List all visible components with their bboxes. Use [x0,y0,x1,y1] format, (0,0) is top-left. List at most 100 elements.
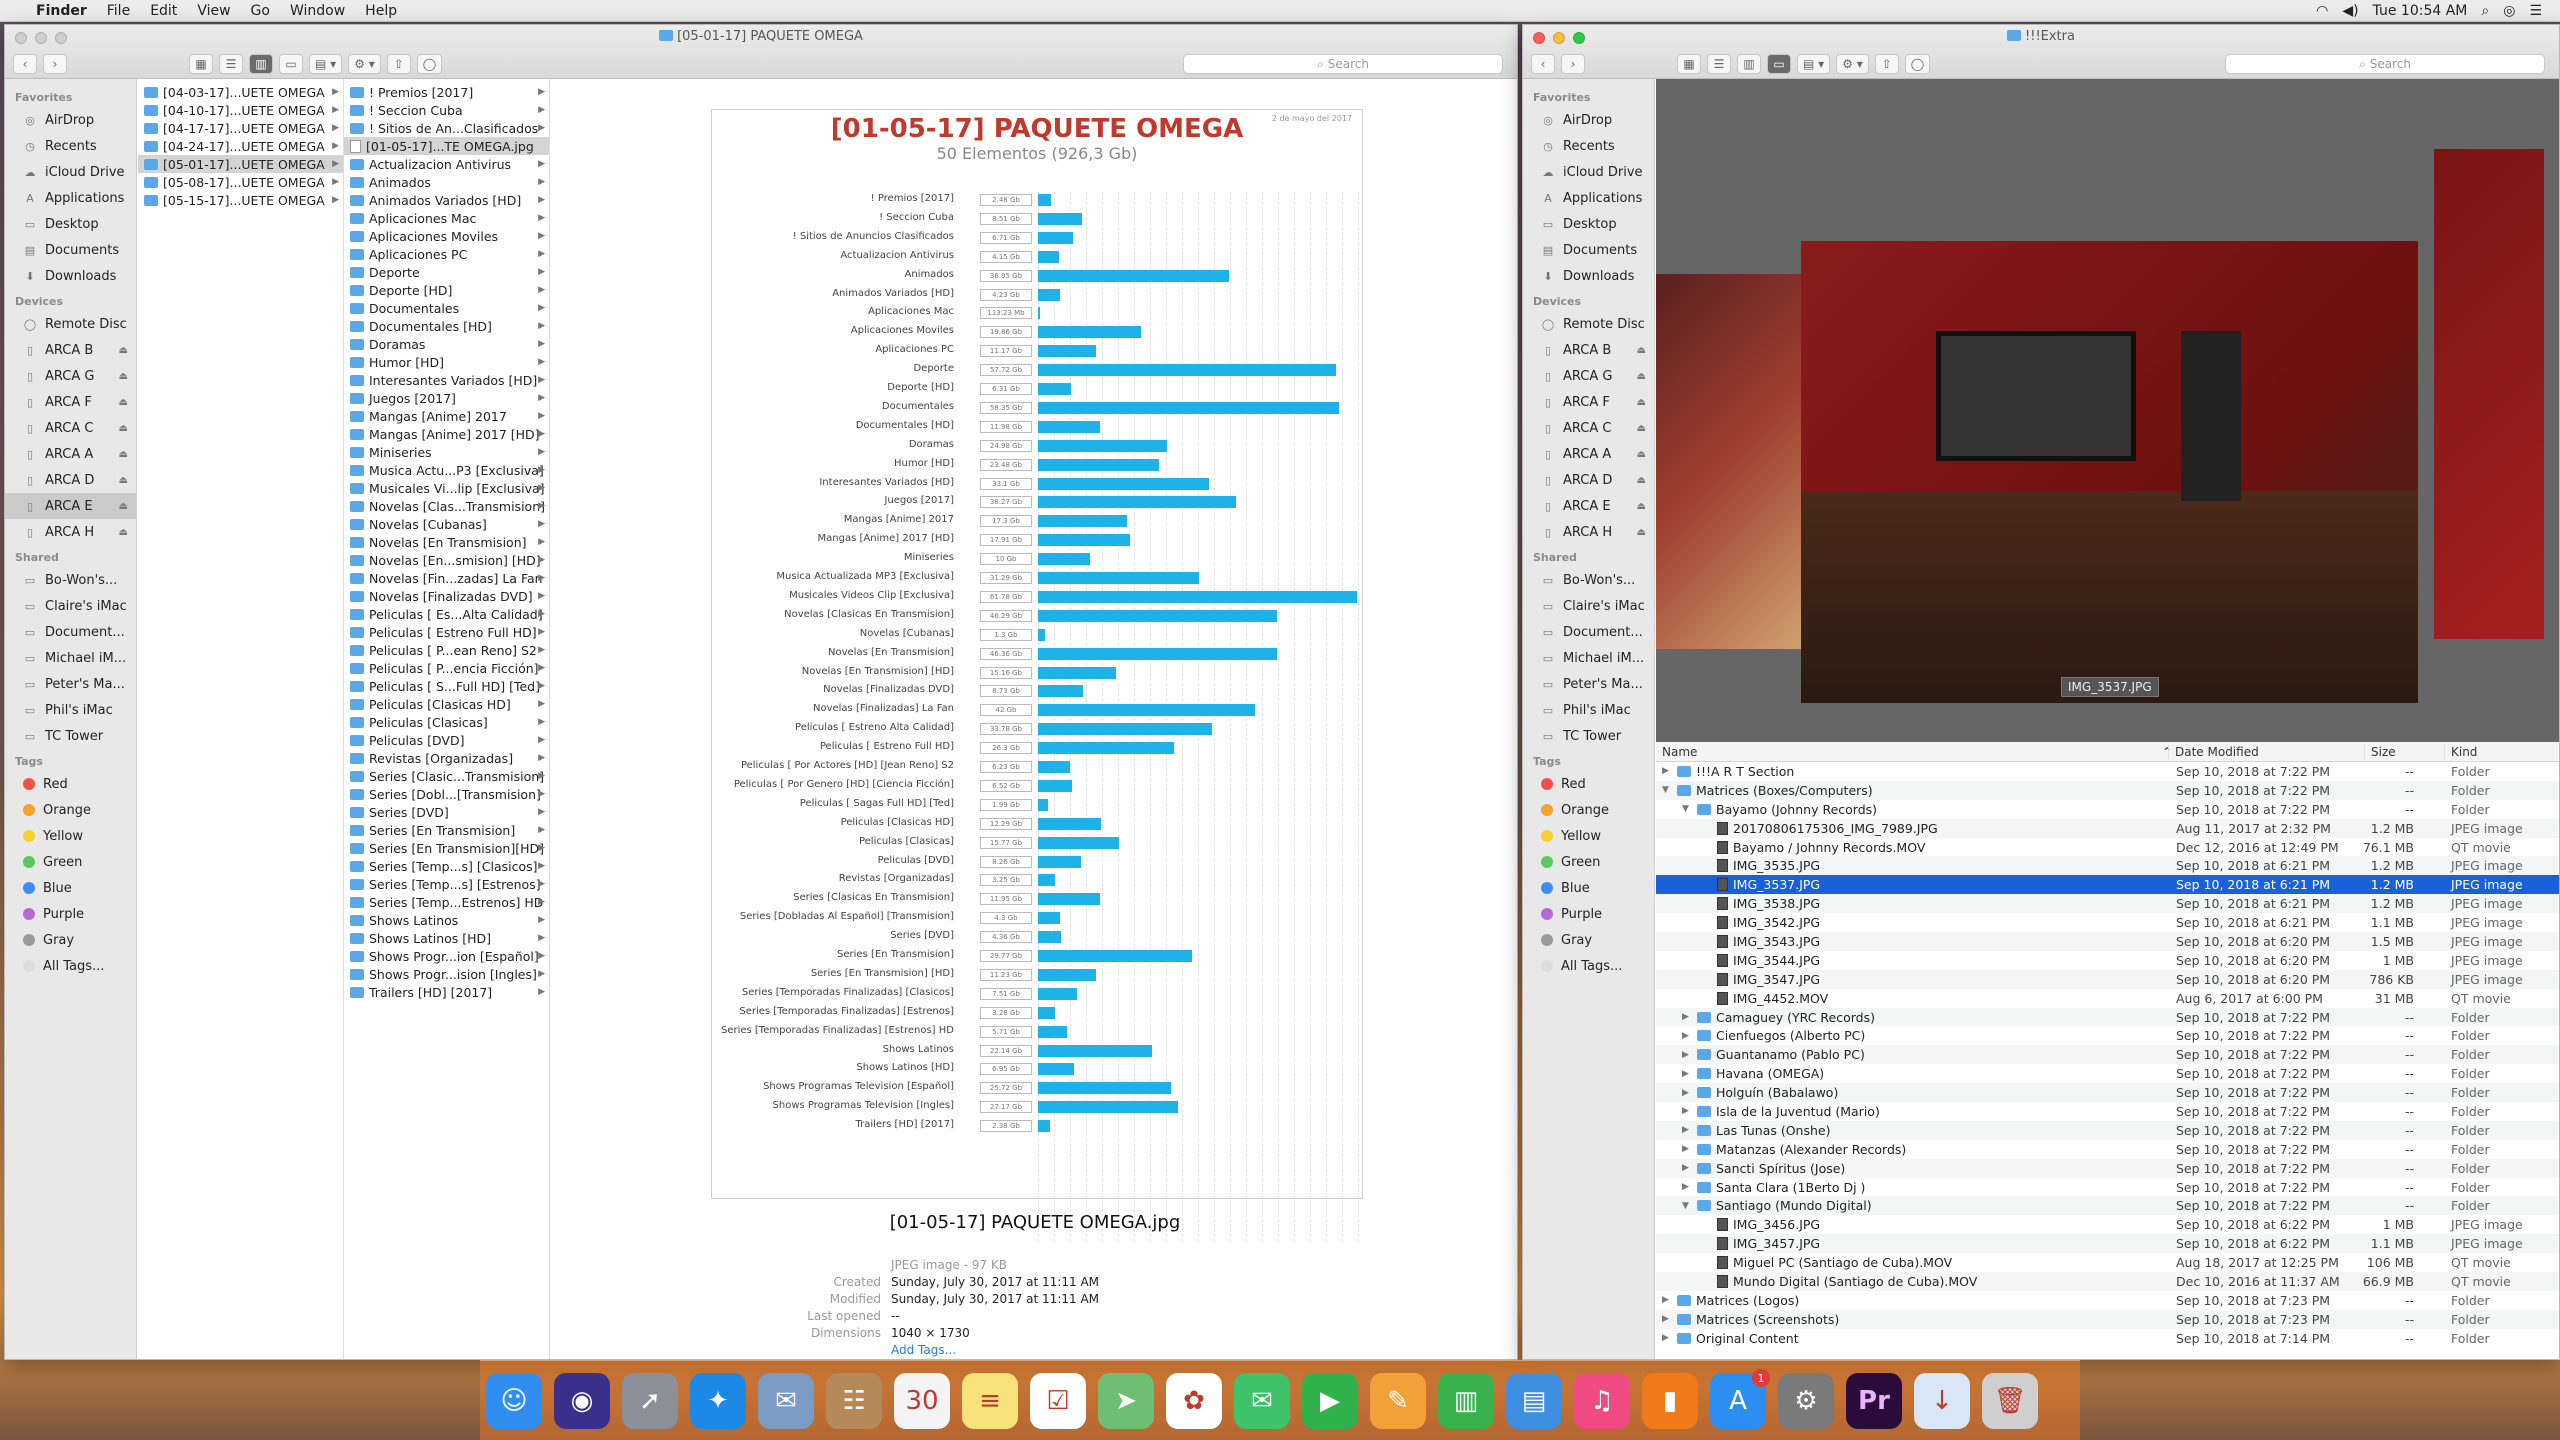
file-list-row[interactable]: ▶ Matanzas (Alexander Records) Sep 10, 201… [1656,1140,2559,1159]
sidebar-tag-blue[interactable]: Blue [5,875,136,901]
ibooks-icon[interactable]: ▮ [1642,1373,1698,1429]
group-button[interactable]: ▤ ▾ [1797,54,1831,74]
sidebar-item-downloads[interactable]: ⬇ Downloads [1523,263,1654,289]
column-folder-item[interactable]: Series [DVD] ▶ [344,803,549,821]
file-list-row[interactable]: ▶ !!!A R T Section Sep 10, 2018 at 7:22 PM… [1656,762,2559,781]
column-header-name[interactable]: Name [1656,745,1697,759]
disclosure-triangle-icon[interactable]: ▶ [1682,1031,1692,1041]
column-folder-item[interactable]: Peliculas [Clasicas] ▶ [344,713,549,731]
column-header-kind[interactable]: Kind [2444,745,2477,759]
safari-icon[interactable]: ✦ [690,1373,746,1429]
menu-app-name[interactable]: Finder [36,3,87,19]
disclosure-triangle-icon[interactable]: ▶ [1662,1295,1672,1305]
icon-view-button[interactable]: ▦ [1677,54,1701,74]
system-preferences-icon[interactable]: ⚙ [1778,1373,1834,1429]
sidebar-tag-orange[interactable]: Orange [1523,797,1654,823]
sidebar-shared-item[interactable]: ▭ Claire's iMac [5,593,136,619]
user-icon[interactable]: ◎ [2503,3,2515,19]
column-folder-item[interactable]: Shows Latinos ▶ [344,911,549,929]
sidebar-shared-item[interactable]: ▭ TC Tower [1523,723,1654,749]
column-folder-item[interactable]: Juegos [2017] ▶ [344,389,549,407]
column-folder-item[interactable]: Novelas [En...smision] [HD] ▶ [344,551,549,569]
disclosure-triangle-icon[interactable]: ▶ [1662,1314,1672,1324]
coverflow-photo-selected[interactable] [1801,241,2418,703]
disclosure-triangle-icon[interactable]: ▼ [1682,804,1692,814]
sidebar-tag-gray[interactable]: Gray [1523,927,1654,953]
eject-icon[interactable]: ⏏ [119,345,128,356]
itunes-icon[interactable]: ♫ [1574,1373,1630,1429]
column-folder-item[interactable]: Shows Progr...ion [Español] ▶ [344,947,549,965]
photos-icon[interactable]: ✿ [1166,1373,1222,1429]
sidebar-tag-yellow[interactable]: Yellow [5,823,136,849]
column-file-item[interactable]: [01-05-17]...TE OMEGA.jpg [344,137,549,155]
column-folder-item[interactable]: [05-15-17]...UETE OMEGA ▶ [138,191,343,209]
column-folder-item[interactable]: Doramas ▶ [344,335,549,353]
eject-icon[interactable]: ⏏ [119,397,128,408]
eject-icon[interactable]: ⏏ [1637,397,1646,408]
sidebar-tag-red[interactable]: Red [5,771,136,797]
keynote-icon[interactable]: ▤ [1506,1373,1562,1429]
eject-icon[interactable]: ⏏ [119,423,128,434]
column-folder-item[interactable]: Peliculas [Clasicas HD] ▶ [344,695,549,713]
column-folder-item[interactable]: Deporte [HD] ▶ [344,281,549,299]
sidebar-tag-orange[interactable]: Orange [5,797,136,823]
disclosure-triangle-icon[interactable]: ▶ [1682,1125,1692,1135]
column-folder-item[interactable]: Series [Clasic...Transmision] ▶ [344,767,549,785]
file-list-row[interactable]: ▶ Sancti Spíritus (Jose) Sep 10, 2018 at 7… [1656,1158,2559,1178]
app-store-icon[interactable]: A1 [1710,1369,1770,1429]
sidebar-shared-item[interactable]: ▭ Bo-Won's... [1523,567,1654,593]
sidebar-shared-item[interactable]: ▭ Michael iM... [1523,645,1654,671]
sidebar-item-airdrop[interactable]: ◎ AirDrop [1523,107,1654,133]
sidebar-device-remote-disc[interactable]: ◯ Remote Disc [1523,311,1654,337]
volume-icon[interactable]: ◀) [2342,3,2358,19]
finder-icon[interactable]: ☺ [486,1373,542,1429]
back-button[interactable]: ‹ [13,54,37,74]
sidebar-item-applications[interactable]: A Applications [5,185,136,211]
file-list-row[interactable]: ▶ Matrices (Logos) Sep 10, 2018 at 7:23 PM… [1656,1291,2559,1310]
column-folder-item[interactable]: Mangas [Anime] 2017 ▶ [344,407,549,425]
maps-icon[interactable]: ➤ [1098,1373,1154,1429]
sidebar-device-arca-g[interactable]: ▯ ARCA G ⏏ [1523,363,1654,389]
file-list-row[interactable]: IMG_3544.JPG Sep 10, 2018 at 6:20 PM 1 MB J… [1656,951,2559,970]
sidebar-device-arca-e[interactable]: ▯ ARCA E ⏏ [5,493,136,519]
column-folder-item[interactable]: [05-01-17]...UETE OMEGA ▶ [138,155,343,173]
sidebar-shared-item[interactable]: ▭ Phil's iMac [1523,697,1654,723]
column-folder-item[interactable]: Documentales [HD] ▶ [344,317,549,335]
sidebar-tag-green[interactable]: Green [1523,849,1654,875]
file-list-row[interactable]: ▶ Las Tunas (Onshe) Sep 10, 2018 at 7:22 P… [1656,1120,2559,1140]
back-button[interactable]: ‹ [1531,54,1555,74]
disclosure-triangle-icon[interactable]: ▶ [1682,1069,1692,1079]
tag-button[interactable]: ◯ [1904,54,1931,74]
column-folder-item[interactable]: Animados Variados [HD] ▶ [344,191,549,209]
file-list-row[interactable]: ▼ Santiago (Mundo Digital) Sep 10, 2018 at… [1656,1196,2559,1216]
menu-clock[interactable]: Tue 10:54 AM [2373,3,2468,19]
eject-icon[interactable]: ⏏ [1637,423,1646,434]
sidebar-tag-red[interactable]: Red [1523,771,1654,797]
search-field[interactable]: ⌕ Search [2225,54,2545,74]
calendar-icon[interactable]: 30 [894,1373,950,1429]
file-list-row[interactable]: ▶ Original Content Sep 10, 2018 at 7:14 PM… [1656,1329,2559,1348]
sidebar-device-arca-d[interactable]: ▯ ARCA D ⏏ [1523,467,1654,493]
column-view-button[interactable]: ▥ [1737,54,1761,74]
facetime-icon[interactable]: ▶ [1302,1373,1358,1429]
column-folder-item[interactable]: Revistas [Organizadas] ▶ [344,749,549,767]
disclosure-triangle-icon[interactable]: ▶ [1682,1144,1692,1154]
tag-button[interactable]: ◯ [416,54,443,74]
column-folder-item[interactable]: ! Sitios de An...Clasificados ▶ [344,119,549,137]
gallery-view-button[interactable]: ▭ [279,54,303,74]
file-list-row[interactable]: ▶ Camaguey (YRC Records) Sep 10, 2018 at 7… [1656,1007,2559,1027]
launchpad-icon[interactable]: ➚ [622,1373,678,1429]
column-folder-item[interactable]: Humor [HD] ▶ [344,353,549,371]
sidebar-device-arca-b[interactable]: ▯ ARCA B ⏏ [1523,337,1654,363]
column-folder-item[interactable]: ! Seccion Cuba ▶ [344,101,549,119]
sidebar-item-desktop[interactable]: ▭ Desktop [1523,211,1654,237]
add-tags-link[interactable]: Add Tags... [891,1342,1099,1359]
column-folder-item[interactable]: Novelas [En Transmision] ▶ [344,533,549,551]
disclosure-triangle-icon[interactable]: ▶ [1682,1088,1692,1098]
menu-file[interactable]: File [107,3,130,19]
disclosure-triangle-icon[interactable]: ▶ [1682,1163,1692,1173]
column-folder-item[interactable]: Interesantes Variados [HD] ▶ [344,371,549,389]
eject-icon[interactable]: ⏏ [1637,475,1646,486]
file-list-row[interactable]: ▶ Santa Clara (1Berto Dj ) Sep 10, 2018 at… [1656,1178,2559,1197]
sidebar-device-arca-f[interactable]: ▯ ARCA F ⏏ [1523,389,1654,415]
